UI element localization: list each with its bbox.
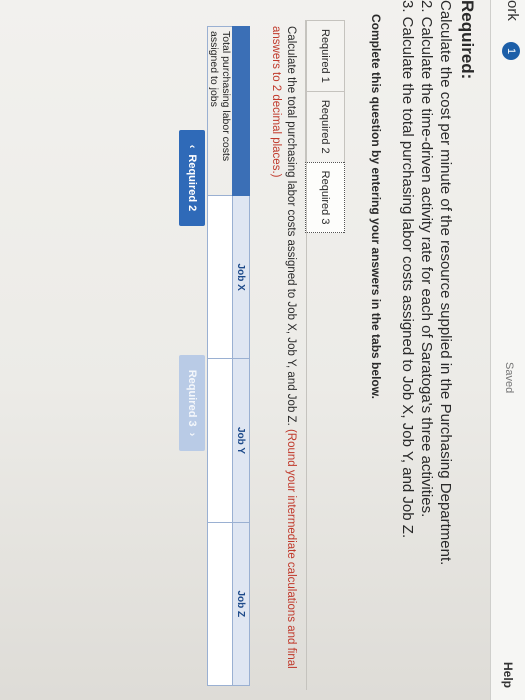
column-header-job-y: Job Y (232, 358, 250, 523)
table-header-row: Job X Job Y Job Z (232, 26, 250, 686)
required-item-1: Calculate the cost per minute of the res… (437, 0, 454, 566)
chevron-left-icon: ‹ (186, 144, 198, 149)
job-x-input[interactable] (213, 200, 227, 359)
saved-status: Saved (503, 362, 515, 394)
tab-required-2[interactable]: Required 2 (305, 90, 345, 162)
tab-required-3[interactable]: Required 3 (305, 161, 345, 234)
column-header-job-z: Job Z (232, 522, 250, 686)
table-row: Total purchasing labor costs assigned to… (207, 26, 233, 686)
photographed-screen: ork 1 Saved Help Required: Calculate the… (0, 0, 525, 700)
job-z-cell (207, 522, 233, 686)
instruction-text: Complete this question by entering your … (369, 14, 383, 399)
job-z-input[interactable] (213, 526, 227, 685)
column-header-job-x: Job X (232, 195, 250, 359)
prompt-text: Calculate the total purchasing labor cos… (285, 26, 297, 426)
tab-prompt: Calculate the total purchasing labor cos… (268, 26, 298, 686)
job-y-input[interactable] (213, 363, 227, 522)
next-required-button[interactable]: Required 3 › (179, 355, 205, 451)
tab-strip: Required 1 Required 2 Required 3 (305, 20, 345, 234)
job-y-cell (207, 358, 233, 523)
required-heading: Required: (458, 0, 477, 80)
corner-cell (232, 26, 250, 196)
prev-required-button[interactable]: ‹ Required 2 (179, 130, 205, 226)
required-item-2: 2. Calculate the time-driven activity ra… (418, 0, 435, 518)
chevron-right-icon: › (186, 432, 198, 437)
top-bar: ork 1 Saved Help (490, 0, 525, 700)
tab-required-1[interactable]: Required 1 (305, 20, 345, 91)
required-list: Calculate the cost per minute of the res… (398, 0, 455, 565)
prev-button-label: Required 2 (186, 154, 198, 212)
job-x-cell (207, 195, 233, 359)
required-item-3: 3. Calculate the total purchasing labor … (399, 0, 416, 539)
next-button-label: Required 3 (186, 369, 198, 427)
row-label: Total purchasing labor costs assigned to… (207, 26, 233, 196)
work-label: ork (504, 0, 521, 21)
help-link[interactable]: Help (501, 662, 515, 688)
info-badge[interactable]: 1 (502, 42, 520, 60)
answer-table: Job X Job Y Job Z Total purchasing labor… (207, 26, 250, 686)
